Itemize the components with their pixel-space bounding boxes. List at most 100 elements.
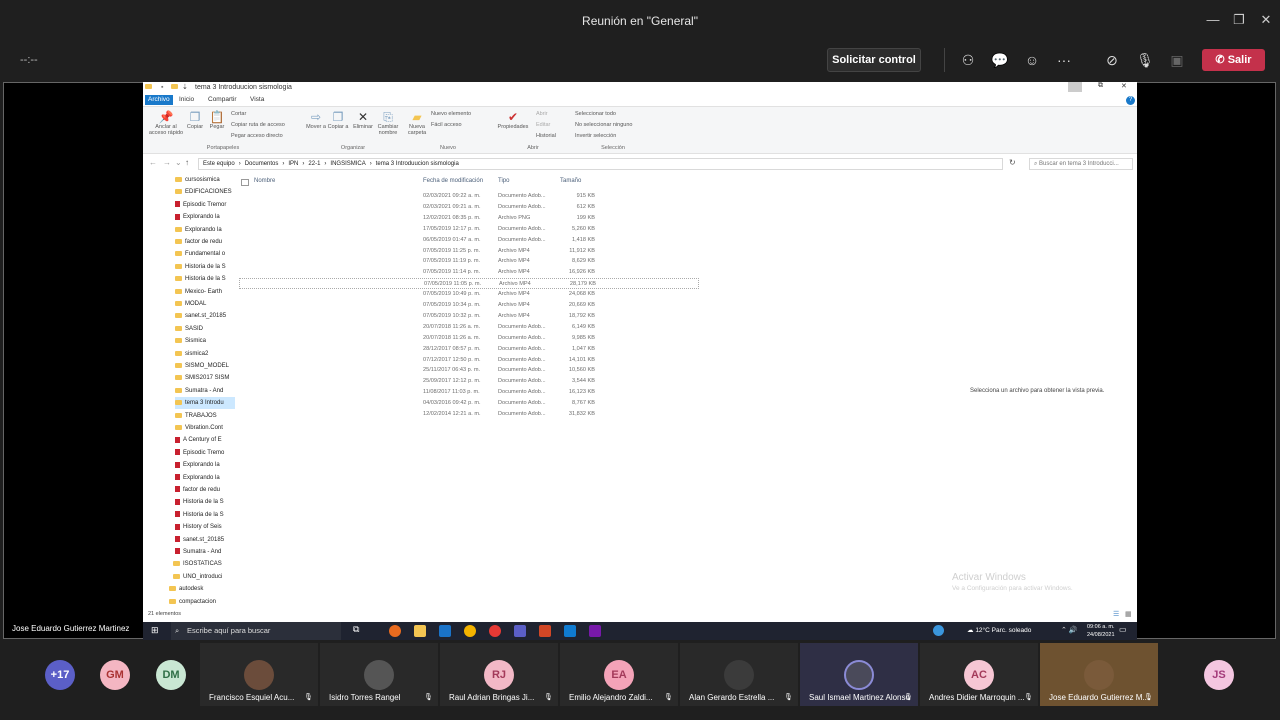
nav-tree-item[interactable]: Explorando la bbox=[175, 472, 235, 484]
minimize-icon[interactable]: — bbox=[1203, 10, 1223, 30]
forward-icon[interactable]: → bbox=[163, 158, 171, 167]
file-row[interactable]: gransismoguerrero.pdf02/03/2021 09:21 a.… bbox=[239, 202, 699, 213]
file-row[interactable]: q.png12/02/2021 08:35 p. m.Archivo PNG19… bbox=[239, 213, 699, 224]
refresh-icon[interactable]: ↻ bbox=[1009, 158, 1016, 167]
copy-to-button[interactable]: ❐ Copiar a bbox=[327, 110, 349, 130]
delete-button[interactable]: ✕ Eliminar bbox=[351, 110, 375, 130]
teams-icon[interactable] bbox=[514, 625, 526, 637]
paste-button[interactable]: 📋 Pegar bbox=[207, 110, 227, 130]
search-input[interactable]: ⌕ Buscar en tema 3 Introducci... bbox=[1029, 158, 1133, 170]
file-row[interactable]: brechasismica.pdf02/03/2021 09:22 a. m.D… bbox=[239, 191, 699, 202]
new-folder-button[interactable]: ▰ Nueva carpeta bbox=[405, 110, 429, 136]
file-row[interactable]: 129718691-Earthquake-Engineering-for-Str… bbox=[239, 409, 699, 420]
tab-archivo[interactable]: Archivo bbox=[145, 95, 173, 105]
select-none-button[interactable]: No seleccionar ninguno bbox=[575, 122, 632, 128]
clock[interactable]: 09:06 a. m. 24/08/2021 bbox=[1087, 623, 1115, 639]
reactions-icon[interactable]: ☺ bbox=[1022, 50, 1042, 70]
file-row[interactable]: ci40_40102_fuentes_de_informacion_sismol… bbox=[239, 344, 699, 355]
file-row[interactable]: Placas Tectónicas_ ¿Que son las Placas (… bbox=[239, 300, 699, 311]
file-row[interactable]: [07032] - Seismic Engineering - Jacques … bbox=[239, 387, 699, 398]
store-icon[interactable] bbox=[564, 625, 576, 637]
file-row[interactable]: [W.F._Chen_E.M._Lui]_Earthquake_engineer… bbox=[239, 355, 699, 366]
breadcrumb-separator-icon[interactable]: › bbox=[324, 161, 326, 167]
nav-tree-item[interactable]: Episodic Tremor bbox=[175, 199, 235, 211]
maximize-icon[interactable]: ⧉ bbox=[1098, 82, 1103, 90]
nav-tree-item[interactable]: Explorando la bbox=[175, 224, 235, 236]
participants-icon[interactable]: ⚇ bbox=[958, 50, 978, 70]
start-icon[interactable]: ⊞ bbox=[151, 625, 159, 636]
tray-icons[interactable]: ⌃ 🔊 bbox=[1061, 622, 1078, 640]
chrome-icon[interactable] bbox=[464, 625, 476, 637]
leave-button[interactable]: ✆ Salir bbox=[1202, 49, 1265, 71]
nav-tree-item[interactable]: Mexico- Earth bbox=[175, 286, 235, 298]
breadcrumb-item[interactable]: Documentos bbox=[245, 161, 279, 167]
properties-button[interactable]: ✔ Propiedades bbox=[495, 110, 531, 130]
file-row[interactable]: [Amr_Elnashai,_Luigi_Di_Sarno]_Fundament… bbox=[239, 365, 699, 376]
firefox-icon[interactable] bbox=[389, 625, 401, 637]
column-header-type[interactable]: Tipo bbox=[498, 178, 509, 184]
task-view-icon[interactable]: ⧉ bbox=[353, 624, 359, 635]
nav-tree-item[interactable]: SISMO_MODEL bbox=[175, 360, 235, 372]
breadcrumb-item[interactable]: Este equipo bbox=[203, 161, 235, 167]
maximize-icon[interactable]: ❐ bbox=[1229, 10, 1249, 30]
participant-avatar-dm[interactable]: DM bbox=[156, 660, 186, 690]
nav-tree-item[interactable]: cursosismica bbox=[175, 174, 235, 186]
edit-button[interactable]: Editar bbox=[536, 122, 550, 128]
nav-tree-item[interactable]: autodesk bbox=[169, 583, 229, 595]
new-folder-quick-icon[interactable] bbox=[171, 83, 181, 90]
notifications-icon[interactable]: ▭ bbox=[1119, 625, 1127, 634]
nav-tree-item[interactable]: A Century of E bbox=[175, 434, 235, 446]
nav-tree-item[interactable]: SMIS2017 SISM bbox=[175, 372, 235, 384]
address-bar[interactable]: Este equipo › Documentos › IPN › 22-1 › INGSISMI… bbox=[198, 158, 1003, 170]
quick-access-dropdown-icon[interactable]: ⇣ bbox=[182, 83, 188, 91]
file-row[interactable]: SISMICAMEXICO_BRECHA.pdf25/09/2017 12:12… bbox=[239, 376, 699, 387]
chat-icon[interactable]: 💬 bbox=[990, 50, 1010, 70]
nav-tree-item[interactable]: Explorando la bbox=[175, 211, 235, 223]
participant-avatar-js[interactable]: JS bbox=[1204, 660, 1234, 690]
more-actions-icon[interactable]: ··· bbox=[1054, 50, 1074, 70]
details-view-icon[interactable]: ☰ bbox=[1113, 610, 1119, 618]
file-row[interactable]: Conceptos Básicos de Sismologia para Ing… bbox=[239, 398, 699, 409]
security-icon[interactable] bbox=[933, 625, 944, 636]
up-icon[interactable]: ↑ bbox=[185, 158, 189, 167]
nav-tree-item[interactable]: Historia de la S bbox=[175, 261, 235, 273]
breadcrumb-separator-icon[interactable]: › bbox=[370, 161, 372, 167]
file-row[interactable]: Explicación de los Mecanismos Focales en… bbox=[239, 267, 699, 278]
nav-tree-item[interactable]: factor de redu bbox=[175, 236, 235, 248]
file-row[interactable]: 13145-18543-1-PB.pdf20/07/2018 11:26 a. … bbox=[239, 322, 699, 333]
easy-access-button[interactable]: Fácil acceso bbox=[431, 122, 462, 128]
move-to-button[interactable]: ⇨ Mover a bbox=[305, 110, 327, 130]
weather-widget[interactable]: ☁ 12°C Parc. soleado bbox=[967, 622, 1031, 640]
request-control-button[interactable]: Solicitar control bbox=[827, 48, 921, 72]
pin-quick-access-button[interactable]: 📌 Anclar al acceso rápido bbox=[147, 110, 185, 136]
participant-avatar-gm[interactable]: GM bbox=[100, 660, 130, 690]
opera-icon[interactable] bbox=[489, 625, 501, 637]
nav-tree-item[interactable]: Sismica bbox=[175, 335, 235, 347]
copy-path-button[interactable]: Copiar ruta de acceso bbox=[231, 122, 285, 128]
nav-tree-item[interactable]: Vibration.Cont bbox=[175, 422, 235, 434]
invert-selection-button[interactable]: Invertir selección bbox=[575, 133, 616, 139]
overflow-participants-button[interactable]: +17 bbox=[45, 660, 75, 690]
close-icon[interactable]: ✕ bbox=[1256, 10, 1276, 30]
powerpoint-icon[interactable] bbox=[539, 625, 551, 637]
minimize-icon[interactable] bbox=[1068, 82, 1082, 92]
nav-tree-item[interactable]: ISOSTATICAS bbox=[173, 558, 233, 570]
tab-compartir[interactable]: Compartir bbox=[205, 95, 240, 105]
file-row[interactable]: Terremotos y Tectónica de América del Su… bbox=[239, 289, 699, 300]
help-icon[interactable]: ? bbox=[1126, 96, 1135, 105]
nav-tree-item[interactable]: Fundamental o bbox=[175, 248, 235, 260]
nav-tree-item[interactable]: MODAL bbox=[175, 298, 235, 310]
select-all-checkbox[interactable] bbox=[241, 179, 249, 186]
nav-tree-item[interactable]: Historia de la S bbox=[175, 496, 235, 508]
history-button[interactable]: Historial bbox=[536, 133, 556, 139]
file-row[interactable]: presentacionsismologia.pdf17/05/2019 12:… bbox=[239, 224, 699, 235]
file-row[interactable]: Grafico Tiempo de Viaje—¡A qué distancia… bbox=[239, 256, 699, 267]
nav-tree-item[interactable]: Explorando la bbox=[175, 459, 235, 471]
nav-tree-item[interactable]: Sumatra - And bbox=[175, 385, 235, 397]
tiles-view-icon[interactable]: ▦ bbox=[1125, 610, 1132, 618]
tab-inicio[interactable]: Inicio bbox=[176, 95, 197, 105]
nav-tree-item[interactable]: sanet.st_20185 bbox=[175, 310, 235, 322]
nav-tree-item[interactable]: sismica2 bbox=[175, 348, 235, 360]
paste-shortcut-button[interactable]: Pegar acceso directo bbox=[231, 133, 283, 139]
breadcrumb-separator-icon[interactable]: › bbox=[302, 161, 304, 167]
